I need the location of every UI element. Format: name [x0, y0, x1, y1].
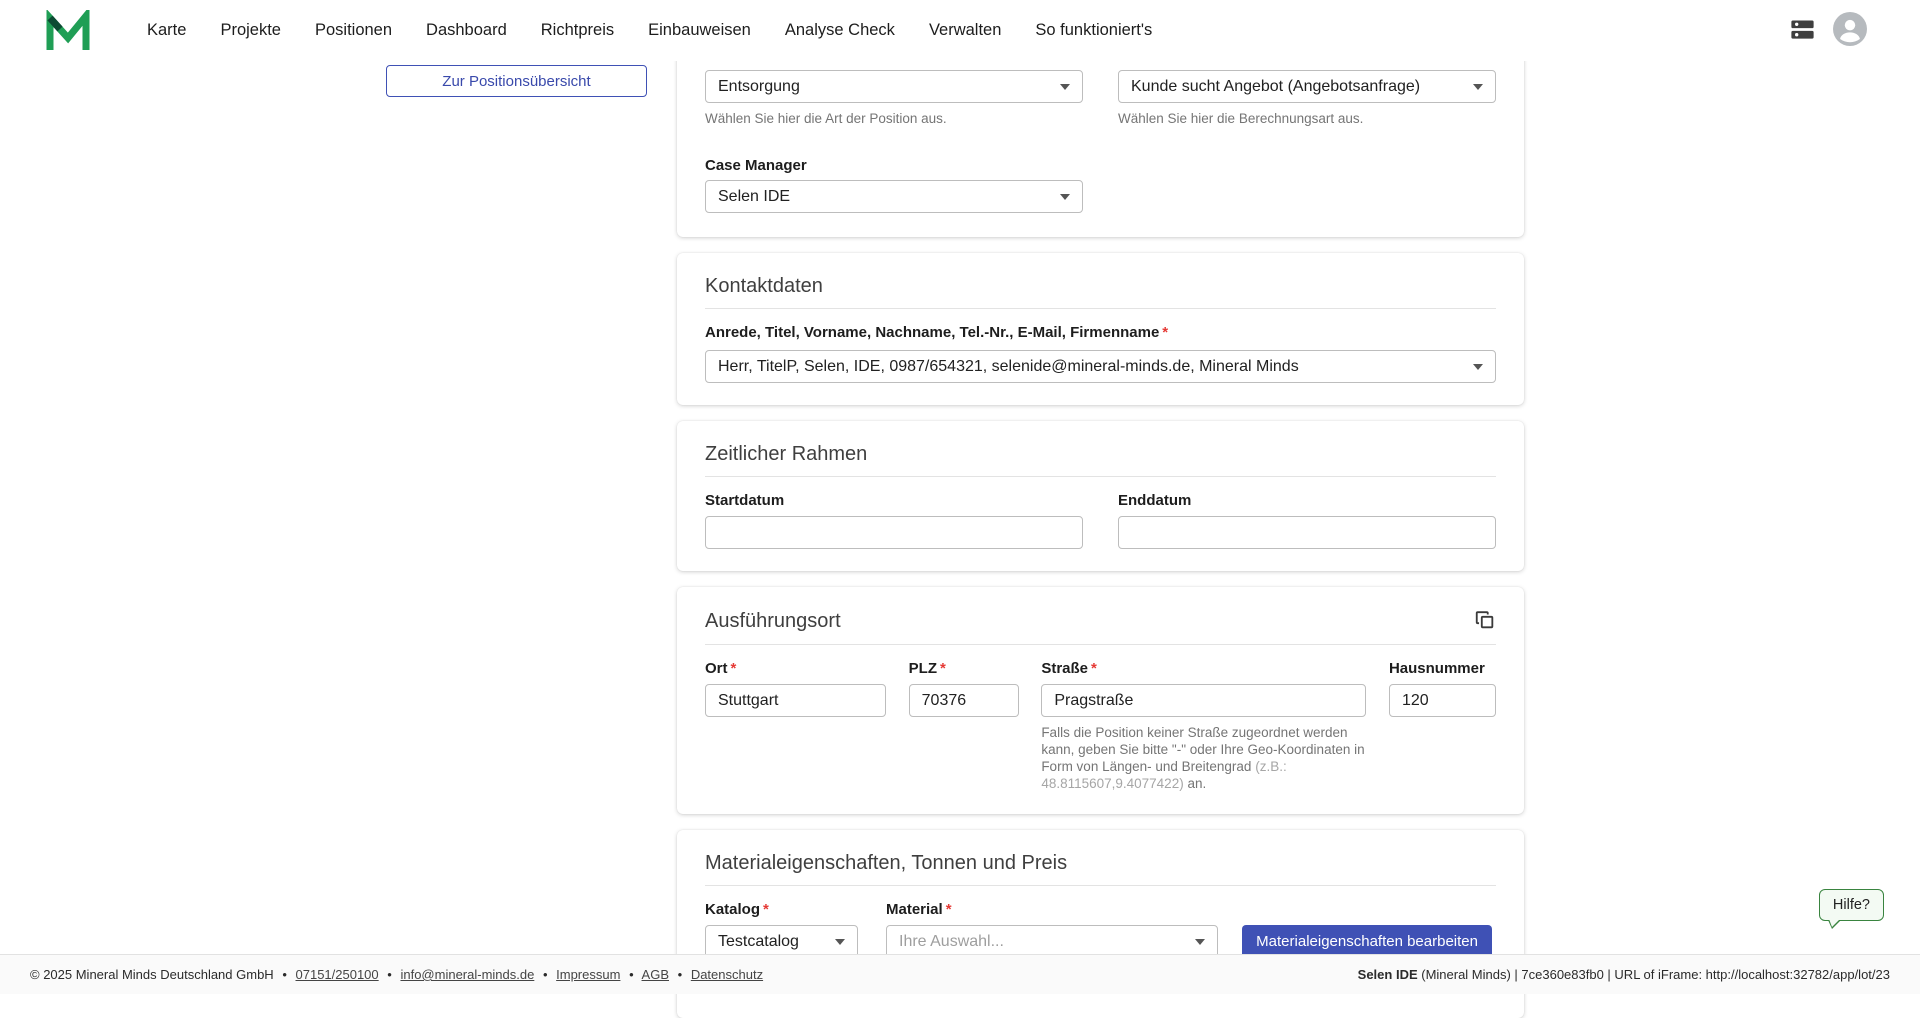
chevron-down-icon [835, 939, 845, 945]
position-type-helper: Wählen Sie hier die Art der Position aus… [705, 110, 1083, 127]
case-manager-value: Selen IDE [718, 188, 1050, 206]
contact-field-label: Anrede, Titel, Vorname, Nachname, Tel.-N… [705, 323, 1496, 342]
house-number-input[interactable] [1389, 684, 1496, 717]
copy-location-button[interactable] [1474, 609, 1496, 634]
position-type-card: Entsorgung Wählen Sie hier die Art der P… [677, 46, 1524, 237]
calculation-type-select[interactable]: Kunde sucht Angebot (Angebotsanfrage) [1118, 70, 1496, 103]
required-marker: * [731, 660, 737, 677]
chevron-down-icon [1060, 194, 1070, 200]
required-marker: * [1091, 660, 1097, 677]
divider [705, 308, 1496, 309]
position-type-value: Entsorgung [718, 78, 1050, 96]
zip-input[interactable] [909, 684, 1019, 717]
chevron-down-icon [1473, 364, 1483, 370]
footer-session-info: Selen IDE (Mineral Minds) | 7ce360e83fb0… [1358, 967, 1890, 982]
left-column: Zur Positionsübersicht [386, 0, 647, 1018]
contact-card-title: Kontaktdaten [705, 275, 1496, 298]
location-card-title: Ausführungsort [705, 610, 841, 633]
case-manager-label: Case Manager [705, 156, 1496, 175]
nav-item-so-funktionierts[interactable]: So funktioniert's [1035, 21, 1152, 40]
nav-item-positionen[interactable]: Positionen [315, 21, 392, 40]
case-manager-select[interactable]: Selen IDE [705, 180, 1083, 213]
city-input[interactable] [705, 684, 886, 717]
server-status-button[interactable] [1788, 15, 1817, 47]
footer-info: © 2025 Mineral Minds Deutschland GmbH • … [30, 967, 763, 982]
server-icon [1788, 15, 1817, 47]
calculation-type-helper: Wählen Sie hier die Berechnungsart aus. [1118, 110, 1496, 127]
end-date-input[interactable] [1118, 516, 1496, 549]
catalog-label: Katalog* [705, 900, 858, 919]
material-card-title: Materialeigenschaften, Tonnen und Preis [705, 852, 1496, 875]
nav-item-einbauweisen[interactable]: Einbauweisen [648, 21, 751, 40]
contact-select-value: Herr, TitelP, Selen, IDE, 0987/654321, s… [718, 358, 1463, 376]
form-column: Entsorgung Wählen Sie hier die Art der P… [677, 0, 1524, 1018]
divider [705, 644, 1496, 645]
divider [705, 476, 1496, 477]
nav-item-richtpreis[interactable]: Richtpreis [541, 21, 614, 40]
contact-select[interactable]: Herr, TitelP, Selen, IDE, 0987/654321, s… [705, 350, 1496, 383]
house-number-label: Hausnummer [1389, 659, 1496, 678]
geo-coordinates-helper: Falls die Position keiner Straße zugeord… [1041, 724, 1366, 792]
start-date-input[interactable] [705, 516, 1083, 549]
copyright-text: © 2025 Mineral Minds Deutschland GmbH [30, 967, 274, 982]
timeframe-card: Zeitlicher Rahmen Startdatum Enddatum [677, 421, 1524, 571]
page-footer: © 2025 Mineral Minds Deutschland GmbH • … [0, 954, 1920, 994]
end-date-label: Enddatum [1118, 491, 1496, 510]
main-navigation: Karte Projekte Positionen Dashboard Rich… [147, 21, 1152, 40]
street-input[interactable] [1041, 684, 1366, 717]
nav-item-karte[interactable]: Karte [147, 21, 186, 40]
required-marker: * [946, 901, 952, 918]
session-details: (Mineral Minds) | 7ce360e83fb0 | URL of … [1418, 967, 1890, 982]
location-card: Ausführungsort Ort* PLZ* [677, 587, 1524, 814]
footer-email-link[interactable]: info@mineral-minds.de [400, 967, 534, 982]
footer-impressum-link[interactable]: Impressum [556, 967, 620, 982]
calculation-type-value: Kunde sucht Angebot (Angebotsanfrage) [1131, 78, 1463, 96]
contact-card: Kontaktdaten Anrede, Titel, Vorname, Nac… [677, 253, 1524, 405]
chevron-down-icon [1473, 84, 1483, 90]
user-avatar-button[interactable] [1833, 12, 1867, 49]
footer-agb-link[interactable]: AGB [642, 967, 669, 982]
chevron-down-icon [1195, 939, 1205, 945]
required-marker: * [940, 660, 946, 677]
nav-item-analyse-check[interactable]: Analyse Check [785, 21, 895, 40]
city-label: Ort* [705, 659, 886, 678]
street-label: Straße* [1041, 659, 1366, 678]
required-marker: * [1162, 324, 1168, 341]
user-avatar-icon [1833, 12, 1867, 49]
session-user: Selen IDE [1358, 967, 1418, 982]
help-button[interactable]: Hilfe? [1819, 889, 1884, 921]
mineral-minds-logo[interactable] [45, 10, 91, 52]
timeframe-card-title: Zeitlicher Rahmen [705, 443, 1496, 466]
navbar-actions [1788, 12, 1867, 49]
required-marker: * [763, 901, 769, 918]
top-navbar: Karte Projekte Positionen Dashboard Rich… [0, 0, 1920, 61]
footer-datenschutz-link[interactable]: Datenschutz [691, 967, 763, 982]
position-type-select[interactable]: Entsorgung [705, 70, 1083, 103]
material-label: Material* [886, 900, 1218, 919]
divider [705, 885, 1496, 886]
chevron-down-icon [1060, 84, 1070, 90]
copy-icon [1474, 609, 1496, 634]
nav-item-dashboard[interactable]: Dashboard [426, 21, 507, 40]
footer-phone-link[interactable]: 07151/250100 [296, 967, 379, 982]
material-select-placeholder: Ihre Auswahl... [899, 933, 1185, 951]
nav-item-projekte[interactable]: Projekte [220, 21, 281, 40]
main-content: Zur Positionsübersicht Entsorgung Wählen… [386, 0, 1526, 1018]
catalog-select-value: Testcatalog [718, 933, 825, 951]
start-date-label: Startdatum [705, 491, 1083, 510]
back-to-positions-button[interactable]: Zur Positionsübersicht [386, 65, 647, 97]
nav-item-verwalten[interactable]: Verwalten [929, 21, 1001, 40]
zip-label: PLZ* [909, 659, 1019, 678]
